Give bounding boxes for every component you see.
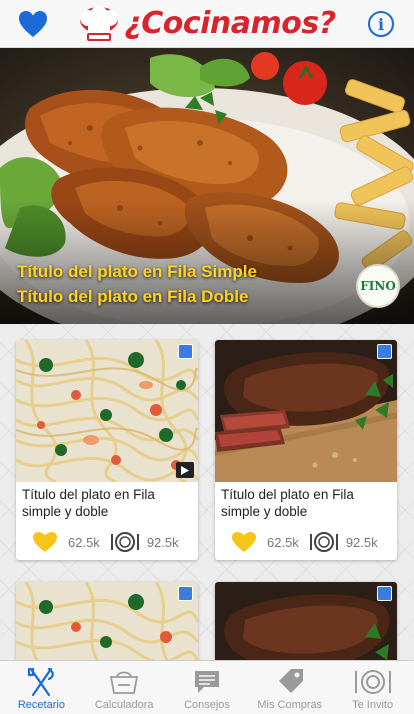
plate-icon (354, 670, 391, 694)
bottom-tab-bar: Recetario Calculadora Consejos Mis Compr… (0, 660, 414, 714)
featured-recipe[interactable]: Título del plato en Fila Simple Título d… (0, 48, 414, 324)
like-heart-icon[interactable] (32, 531, 58, 553)
steak-image (215, 340, 397, 482)
likes-count: 62.5k (267, 534, 299, 550)
recipe-card-photo (16, 582, 198, 660)
featured-title-double: Título del plato en Fila Doble (17, 287, 249, 306)
bookmark-tag-icon[interactable] (178, 344, 193, 359)
recipe-card[interactable]: Título del plato en Fila simple y doble … (16, 340, 198, 560)
featured-title-single: Título del plato en Fila Simple (17, 262, 257, 281)
bookmark-tag-icon[interactable] (178, 586, 193, 601)
recipe-card[interactable] (215, 582, 397, 660)
info-icon: i (377, 14, 385, 34)
tab-mis-compras[interactable]: Mis Compras (248, 661, 331, 714)
plate-icon (110, 532, 139, 552)
app-header: ¿Cocinamos? i (0, 0, 414, 48)
tab-label: Te Invito (352, 699, 394, 711)
spaghetti-image (16, 340, 198, 482)
tab-recetario[interactable]: Recetario (0, 661, 83, 714)
featured-recipe-image (0, 48, 414, 324)
app-title: ¿Cocinamos? (124, 6, 336, 41)
tab-label: Recetario (17, 699, 65, 711)
favorites-button[interactable] (18, 10, 48, 38)
tab-te-invito[interactable]: Te Invito (331, 661, 414, 714)
fork-knife-icon (28, 667, 55, 697)
chef-hat-icon (80, 5, 119, 41)
tab-label: Mis Compras (257, 699, 323, 711)
app-logo: ¿Cocinamos? (78, 5, 336, 43)
tag-icon (278, 669, 303, 693)
tab-label: Consejos (184, 699, 230, 711)
recipe-card-title: Título del plato en Fila simple y doble (221, 487, 354, 519)
tab-calculadora[interactable]: Calculadora (83, 661, 166, 714)
recipe-card-stats: 62.5k 92.5k (16, 528, 198, 560)
fino-brand-badge: FINO (356, 264, 400, 308)
fino-brand-label: FINO (360, 279, 396, 293)
heart-icon (19, 11, 47, 37)
chat-icon (194, 671, 219, 693)
bookmark-tag-icon[interactable] (377, 586, 392, 601)
recipe-card[interactable] (16, 582, 198, 660)
video-play-icon[interactable] (176, 462, 194, 478)
recipe-feed[interactable]: Título del plato en Fila simple y doble … (0, 324, 414, 660)
scale-icon (110, 671, 139, 694)
steak-image (215, 582, 397, 660)
servings-count: 92.5k (345, 534, 378, 550)
tab-label: Calculadora (94, 699, 154, 711)
tab-consejos[interactable]: Consejos (166, 661, 249, 714)
recipe-card-photo (215, 582, 397, 660)
recipe-card-stats: 62.5k 92.5k (215, 528, 397, 560)
recipe-card[interactable]: Título del plato en Fila simple y doble … (215, 340, 397, 560)
servings-count: 92.5k (146, 534, 179, 550)
plate-icon (309, 532, 338, 552)
recipe-card-photo (215, 340, 397, 482)
recipe-card-title: Título del plato en Fila simple y doble (22, 487, 155, 519)
like-heart-icon[interactable] (231, 531, 257, 553)
likes-count: 62.5k (68, 534, 100, 550)
recipe-card-photo (16, 340, 198, 482)
bookmark-tag-icon[interactable] (377, 344, 392, 359)
spaghetti-image (16, 582, 198, 660)
info-button[interactable]: i (368, 11, 394, 37)
